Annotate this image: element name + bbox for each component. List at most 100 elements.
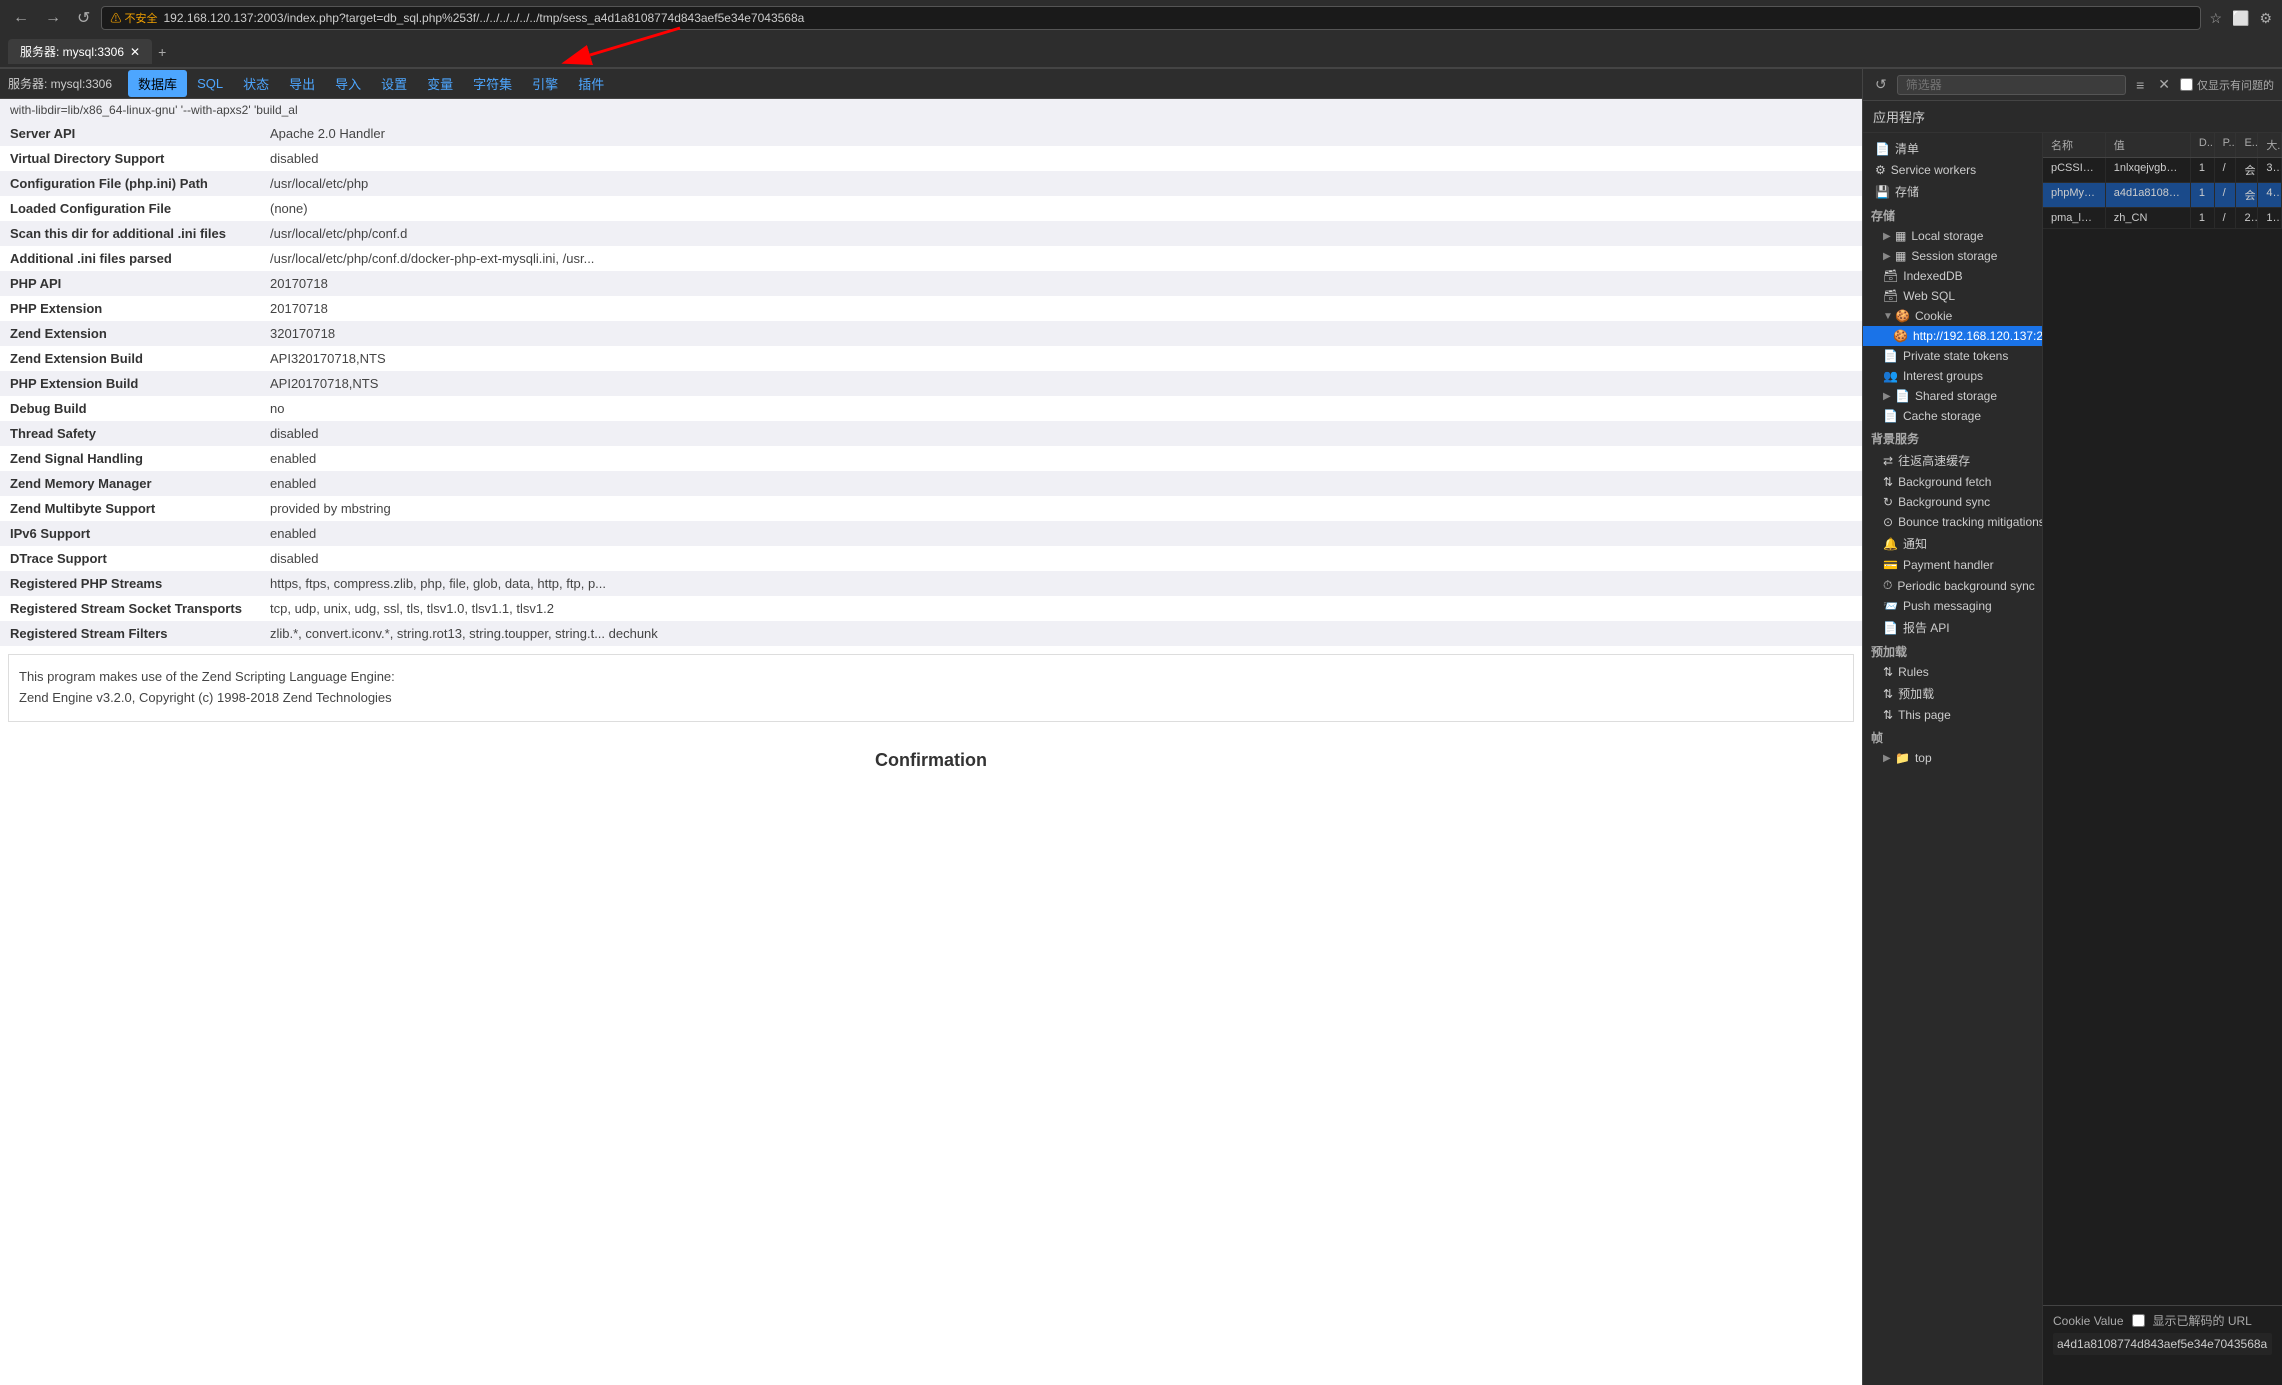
cookie-value-label-text: Cookie Value	[2053, 1314, 2124, 1328]
main-layout: 服务器: mysql:3306 数据库 SQL 状态 导出 导入 设置 变量 字…	[0, 69, 2282, 1385]
tab-bar: 服务器: mysql:3306 ✕ +	[0, 36, 2282, 68]
active-tab[interactable]: 服务器: mysql:3306 ✕	[8, 39, 152, 64]
sidebar-item-web-sql[interactable]: 🗃 Web SQL	[1863, 286, 2042, 306]
notifications-icon: 🔔	[1883, 537, 1898, 551]
menu-variables[interactable]: 变量	[417, 70, 463, 97]
security-warning: ⚠ 不安全	[110, 10, 157, 26]
cookie-value-label-row: Cookie Value 显示已解码的 URL	[2053, 1312, 2272, 1329]
devtools-refresh-btn[interactable]: ↺	[1871, 74, 1891, 95]
settings-icon[interactable]: ⚙	[2257, 8, 2274, 29]
sidebar-item-push-messaging[interactable]: 📨 Push messaging	[1863, 596, 2042, 616]
col-header-size[interactable]: 大...	[2258, 133, 2282, 157]
sidebar-item-prefetch[interactable]: ⇅ 预加载	[1863, 682, 2042, 705]
menu-sql[interactable]: SQL	[187, 72, 233, 95]
reload-button[interactable]: ↺	[72, 6, 95, 30]
bookmark-icon[interactable]: ☆	[2207, 8, 2224, 29]
sidebar-item-report-api[interactable]: 📄 报告 API	[1863, 616, 2042, 639]
periodic-sync-icon: ⏱	[1883, 578, 1892, 593]
row-value: 20170718	[260, 296, 1862, 321]
col-header-p[interactable]: P...	[2215, 133, 2237, 157]
screenshot-icon[interactable]: ⬜	[2230, 8, 2251, 29]
cache-icon: 📄	[1883, 409, 1898, 423]
sidebar-item-this-page[interactable]: ⇅ This page	[1863, 705, 2042, 725]
cookie-table-rows: pCSSIONID 1nlxqejvgbvkc12nta... 1 / 会...…	[2043, 158, 2282, 1305]
forward-button[interactable]: →	[40, 7, 66, 29]
col-header-e[interactable]: E...	[2236, 133, 2258, 157]
sidebar-cache-label: Cache storage	[1903, 409, 1981, 423]
address-bar[interactable]: ⚠ 不安全 192.168.120.137:2003/index.php?tar…	[101, 6, 2201, 30]
sidebar-item-shared-storage[interactable]: ▶ 📄 Shared storage	[1863, 386, 2042, 406]
back-button[interactable]: ←	[8, 7, 34, 29]
sidebar-item-cookie-url[interactable]: 🍪 http://192.168.120.137:20...	[1863, 326, 2042, 346]
devtools-close-btn[interactable]: ✕	[2154, 74, 2174, 95]
sidebar-item-service-workers[interactable]: ⚙ Service workers	[1863, 160, 2042, 180]
sidebar-item-cookie-expand[interactable]: ▼ 🍪 Cookie	[1863, 306, 2042, 326]
menu-charset[interactable]: 字符集	[463, 70, 522, 97]
cookie-table-row[interactable]: pCSSIONID 1nlxqejvgbvkc12nta... 1 / 会...…	[2043, 158, 2282, 183]
sidebar-item-manifest[interactable]: 📄 清单	[1863, 137, 2042, 160]
filter-issues-checkbox[interactable]	[2180, 78, 2193, 91]
show-decoded-checkbox[interactable]	[2132, 1314, 2145, 1327]
cookie-d-cell: 1	[2191, 208, 2215, 228]
php-info-table: Server APIApache 2.0 HandlerVirtual Dire…	[0, 121, 1862, 646]
sidebar-item-bg-sync[interactable]: ↻ Background sync	[1863, 492, 2042, 512]
sidebar-top-frame-label: top	[1915, 751, 1932, 765]
sidebar-bounce-label: Bounce tracking mitigations	[1898, 515, 2043, 529]
new-tab-button[interactable]: +	[156, 42, 168, 62]
row-key: Zend Extension	[0, 321, 260, 346]
app-panel-header: 应用程序	[1863, 101, 2282, 133]
confirmation-header: Confirmation	[0, 730, 1862, 781]
menu-plugins[interactable]: 插件	[568, 70, 614, 97]
menu-status[interactable]: 状态	[233, 70, 279, 97]
sidebar-tree: 📄 清单 ⚙ Service workers 💾 存储 存储 ▶ ▦ Local…	[1863, 133, 2043, 1385]
sidebar-item-cache-storage[interactable]: 📄 Cache storage	[1863, 406, 2042, 426]
row-key: Scan this dir for additional .ini files	[0, 221, 260, 246]
col-header-d[interactable]: D...	[2191, 133, 2215, 157]
sidebar-item-storage-overview[interactable]: 💾 存储	[1863, 180, 2042, 203]
sidebar-item-back-forward[interactable]: ⇄ 往返高速缓存	[1863, 449, 2042, 472]
bf-cache-icon: ⇄	[1883, 454, 1893, 468]
sidebar-item-periodic-sync[interactable]: ⏱ Periodic background sync	[1863, 575, 2042, 596]
table-row: Thread Safetydisabled	[0, 421, 1862, 446]
col-header-name[interactable]: 名称	[2043, 133, 2106, 157]
expand-icon2: ▶	[1883, 251, 1893, 262]
sidebar-item-notifications[interactable]: 🔔 通知	[1863, 532, 2042, 555]
cookie-table-row[interactable]: pma_lang zh_CN 1 / 2... 13	[2043, 208, 2282, 229]
sidebar-item-top-frame[interactable]: ▶ 📁 top	[1863, 748, 2042, 768]
tab-label: 服务器: mysql:3306	[20, 43, 124, 60]
col-header-value[interactable]: 值	[2106, 133, 2191, 157]
devtools-menu-icon[interactable]: ≡	[2132, 75, 2148, 95]
sidebar-item-private-state[interactable]: 📄 Private state tokens	[1863, 346, 2042, 366]
row-value: /usr/local/etc/php/conf.d	[260, 221, 1862, 246]
tab-close-icon[interactable]: ✕	[130, 45, 140, 59]
sidebar-item-interest-groups[interactable]: 👥 Interest groups	[1863, 366, 2042, 386]
sidebar-item-bg-fetch[interactable]: ⇅ Background fetch	[1863, 472, 2042, 492]
app-panel-content: 📄 清单 ⚙ Service workers 💾 存储 存储 ▶ ▦ Local…	[1863, 133, 2282, 1385]
sidebar-item-bounce-tracking[interactable]: ⊙ Bounce tracking mitigations	[1863, 512, 2042, 532]
cookie-table-row[interactable]: phpMyAd... a4d1a8108774d843a... 1 / 会...…	[2043, 183, 2282, 208]
menu-import[interactable]: 导入	[325, 70, 371, 97]
this-page-icon: ⇅	[1883, 708, 1893, 722]
sidebar-this-page-label: This page	[1898, 708, 1951, 722]
sidebar-push-label: Push messaging	[1903, 599, 1992, 613]
menu-settings[interactable]: 设置	[371, 70, 417, 97]
row-value: provided by mbstring	[260, 496, 1862, 521]
row-value: enabled	[260, 471, 1862, 496]
menu-export[interactable]: 导出	[279, 70, 325, 97]
devtools-filter-input[interactable]	[1897, 75, 2126, 95]
row-key: PHP Extension	[0, 296, 260, 321]
bounce-icon: ⊙	[1883, 515, 1893, 529]
sidebar-item-payment-handler[interactable]: 💳 Payment handler	[1863, 555, 2042, 575]
sidebar-item-local-storage[interactable]: ▶ ▦ Local storage	[1863, 226, 2042, 246]
sidebar-item-rules[interactable]: ⇅ Rules	[1863, 662, 2042, 682]
cookie-value-cell: a4d1a8108774d843a...	[2106, 183, 2191, 207]
sidebar-item-indexeddb[interactable]: 🗃 IndexedDB	[1863, 266, 2042, 286]
row-key: Additional .ini files parsed	[0, 246, 260, 271]
menu-engine[interactable]: 引擎	[522, 70, 568, 97]
storage-section-header: 存储	[1863, 203, 2042, 226]
table-row: Virtual Directory Supportdisabled	[0, 146, 1862, 171]
cookie-name-cell: pCSSIONID	[2043, 158, 2106, 182]
sidebar-item-session-storage[interactable]: ▶ ▦ Session storage	[1863, 246, 2042, 266]
cookie-table-area: 名称 值 D... P... E... 大... pCSSIONID 1nlxq…	[2043, 133, 2282, 1385]
menu-databases[interactable]: 数据库	[128, 70, 187, 97]
